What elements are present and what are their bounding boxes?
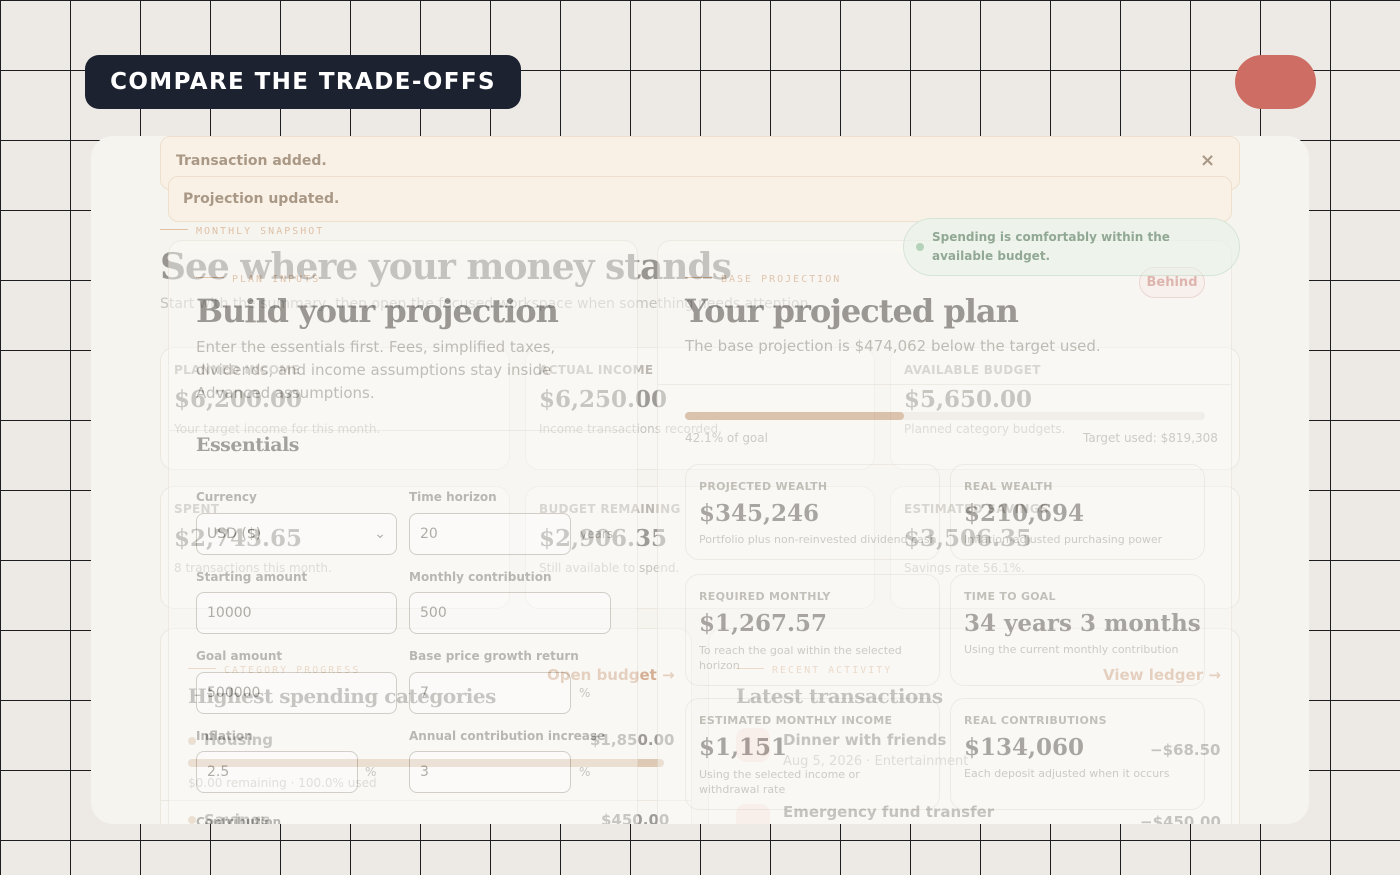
- toast-layer: Transaction added. × Projection updated.…: [91, 136, 1309, 824]
- close-icon[interactable]: ×: [1200, 150, 1215, 171]
- toast-projection-text: Projection updated.: [183, 191, 340, 207]
- app-window: MONTHLY SNAPSHOT See where your money st…: [91, 136, 1309, 824]
- budget-status-text: Spending is comfortably within the avail…: [932, 230, 1170, 263]
- page-banner: COMPARE THE TRADE-OFFS: [85, 55, 521, 109]
- banner-title: COMPARE THE TRADE-OFFS: [110, 69, 496, 95]
- status-dot: [916, 243, 924, 251]
- toast-transaction-text: Transaction added.: [176, 153, 327, 169]
- menu-pill-button[interactable]: [1235, 55, 1316, 109]
